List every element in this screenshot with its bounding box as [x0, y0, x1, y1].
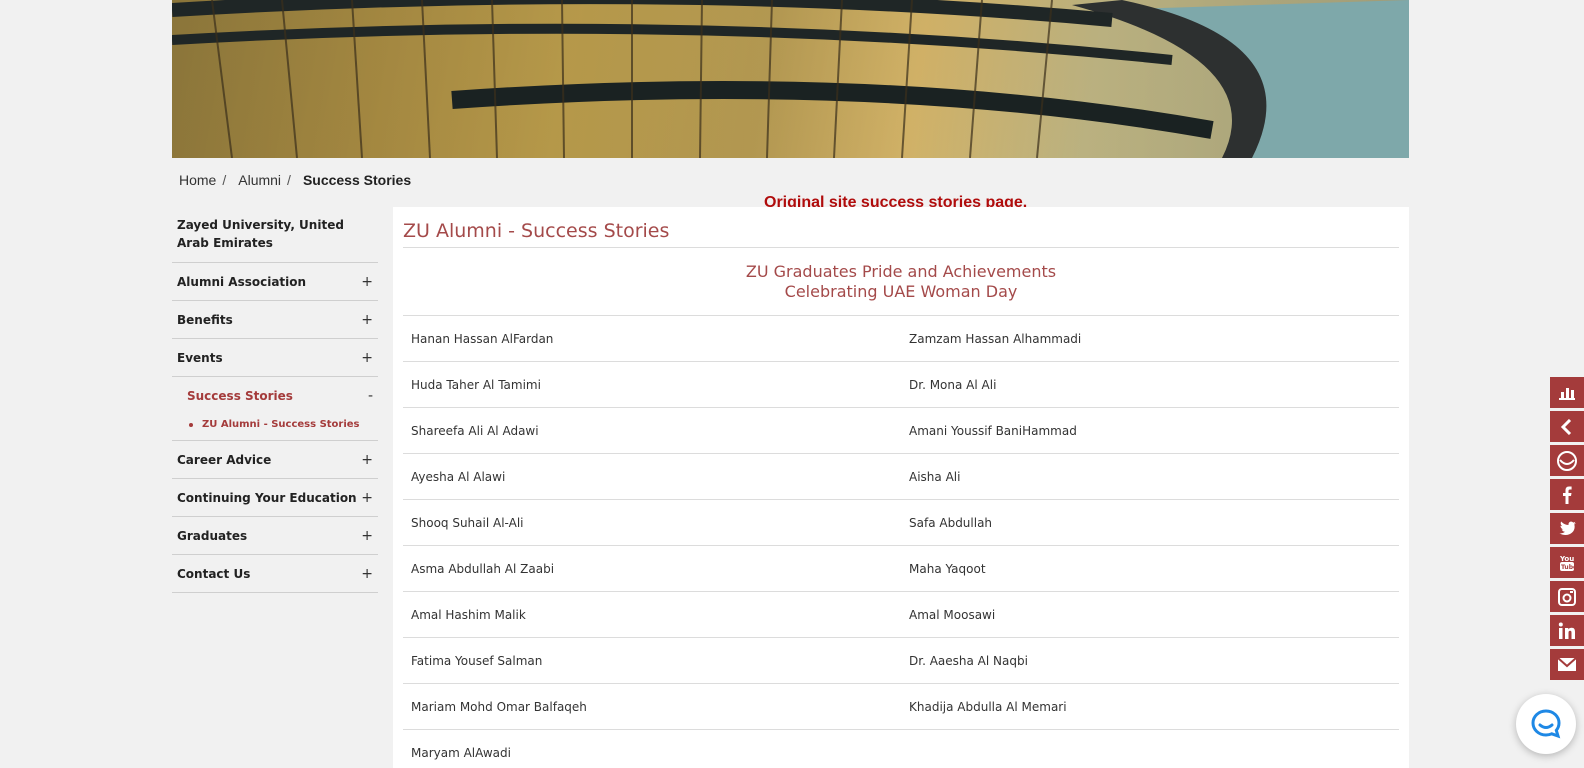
name-link[interactable]: Hanan Hassan AlFardan [403, 332, 901, 346]
breadcrumb-home-link[interactable]: Home [179, 172, 216, 188]
breadcrumb-separator: / [287, 172, 291, 188]
main-content: ZU Alumni - Success Stories ZU Graduates… [393, 207, 1409, 768]
sidebar-item-benefits[interactable]: Benefits + [172, 301, 378, 339]
sidebar-item-label: Graduates [177, 528, 248, 543]
table-row: Hanan Hassan AlFardan Zamzam Hassan Alha… [403, 315, 1399, 361]
sidebar-item-label: Alumni Association [177, 274, 307, 289]
name-link[interactable]: Aisha Ali [901, 470, 1399, 484]
breadcrumb-current: Success Stories [302, 172, 412, 188]
table-row: Asma Abdullah Al Zaabi Maha Yaqoot [403, 545, 1399, 591]
table-row: Fatima Yousef Salman Dr. Aaesha Al Naqbi [403, 637, 1399, 683]
name-link[interactable]: Maha Yaqoot [901, 562, 1399, 576]
name-link[interactable]: Mariam Mohd Omar Balfaqeh [403, 700, 901, 714]
expand-icon[interactable]: + [361, 452, 373, 468]
sidebar-item-continuing-education[interactable]: Continuing Your Education + [172, 479, 378, 517]
section-heading: ZU Graduates Pride and Achievements Cele… [403, 262, 1399, 302]
table-row: Shareefa Ali Al Adawi Amani Youssif Bani… [403, 407, 1399, 453]
section-heading-line1: ZU Graduates Pride and Achievements [745, 262, 1057, 281]
expand-icon[interactable]: + [361, 350, 373, 366]
name-link[interactable]: Amal Moosawi [901, 608, 1399, 622]
sidebar-subitem-zu-alumni-success-stories[interactable]: ZU Alumni - Success Stories [172, 415, 378, 441]
sidebar-item-label: Events [177, 350, 223, 365]
collapse-icon[interactable]: - [368, 388, 373, 404]
sidebar-item-events[interactable]: Events + [172, 339, 378, 377]
table-row: Amal Hashim Malik Amal Moosawi [403, 591, 1399, 637]
table-row: Shooq Suhail Al-Ali Safa Abdullah [403, 499, 1399, 545]
title-divider [403, 247, 1399, 248]
sidebar-item-alumni-association[interactable]: Alumni Association + [172, 263, 378, 301]
chart-icon[interactable] [1550, 377, 1584, 408]
breadcrumb-separator: / [222, 172, 227, 188]
chat-icon [1531, 709, 1561, 739]
sidebar-item-success-stories[interactable]: Success Stories - [172, 377, 378, 415]
section-heading-line2: Celebrating UAE Woman Day [784, 282, 1018, 301]
expand-icon[interactable]: + [361, 274, 373, 290]
chevron-left-icon[interactable] [1550, 411, 1584, 442]
circle-icon[interactable] [1550, 445, 1584, 476]
name-link[interactable]: Amal Hashim Malik [403, 608, 901, 622]
social-sidebar: YouTube [1550, 377, 1584, 683]
sidebar-item-label: Success Stories [187, 389, 293, 403]
expand-icon[interactable]: + [361, 566, 373, 582]
name-link[interactable]: Huda Taher Al Tamimi [403, 378, 901, 392]
sidebar-item-label: Contact Us [177, 566, 251, 581]
name-link[interactable]: Asma Abdullah Al Zaabi [403, 562, 901, 576]
sidebar-item-contact-us[interactable]: Contact Us + [172, 555, 378, 593]
page-title: ZU Alumni - Success Stories [403, 220, 670, 242]
table-row: Maryam AlAwadi [403, 729, 1399, 768]
sidebar-item-label: Continuing Your Education [177, 490, 357, 505]
name-link[interactable]: Safa Abdullah [901, 516, 1399, 530]
name-link[interactable]: Dr. Mona Al Ali [901, 378, 1399, 392]
building-illustration [172, 0, 1409, 158]
name-link[interactable]: Dr. Aaesha Al Naqbi [901, 654, 1399, 668]
sidebar-subitem-label: ZU Alumni - Success Stories [202, 419, 360, 430]
name-link[interactable]: Maryam AlAwadi [403, 746, 901, 760]
name-link[interactable]: Shareefa Ali Al Adawi [403, 424, 901, 438]
breadcrumb: Home / Alumni / Success Stories [179, 172, 411, 188]
sidebar-nav: Zayed University, United Arab Emirates A… [172, 212, 378, 593]
sidebar-item-label: Career Advice [177, 452, 272, 467]
name-link[interactable]: Khadija Abdulla Al Memari [901, 700, 1399, 714]
svg-text:You: You [1559, 555, 1574, 563]
facebook-icon[interactable] [1550, 479, 1584, 510]
linkedin-icon[interactable] [1550, 615, 1584, 646]
expand-icon[interactable]: + [361, 528, 373, 544]
sidebar-item-career-advice[interactable]: Career Advice + [172, 441, 378, 479]
expand-icon[interactable]: + [361, 490, 373, 506]
sidebar-title[interactable]: Zayed University, United Arab Emirates [172, 212, 378, 263]
twitter-icon[interactable] [1550, 513, 1584, 544]
bullet-icon [189, 423, 193, 427]
svg-text:Tube: Tube [1561, 564, 1575, 571]
chat-widget-button[interactable] [1516, 694, 1576, 754]
table-row: Ayesha Al Alawi Aisha Ali [403, 453, 1399, 499]
name-link[interactable]: Amani Youssif BaniHammad [901, 424, 1399, 438]
sidebar-item-graduates[interactable]: Graduates + [172, 517, 378, 555]
youtube-icon[interactable]: YouTube [1550, 547, 1584, 578]
mail-icon[interactable] [1550, 649, 1584, 680]
breadcrumb-alumni-link[interactable]: Alumni [238, 172, 281, 188]
name-link[interactable]: Shooq Suhail Al-Ali [403, 516, 901, 530]
table-row: Huda Taher Al Tamimi Dr. Mona Al Ali [403, 361, 1399, 407]
expand-icon[interactable]: + [361, 312, 373, 328]
name-link[interactable]: Fatima Yousef Salman [403, 654, 901, 668]
name-link[interactable]: Zamzam Hassan Alhammadi [901, 332, 1399, 346]
names-table: Hanan Hassan AlFardan Zamzam Hassan Alha… [403, 315, 1399, 768]
header-banner-image [172, 0, 1409, 158]
sidebar-item-label: Benefits [177, 312, 233, 327]
instagram-icon[interactable] [1550, 581, 1584, 612]
table-row: Mariam Mohd Omar Balfaqeh Khadija Abdull… [403, 683, 1399, 729]
name-link[interactable]: Ayesha Al Alawi [403, 470, 901, 484]
